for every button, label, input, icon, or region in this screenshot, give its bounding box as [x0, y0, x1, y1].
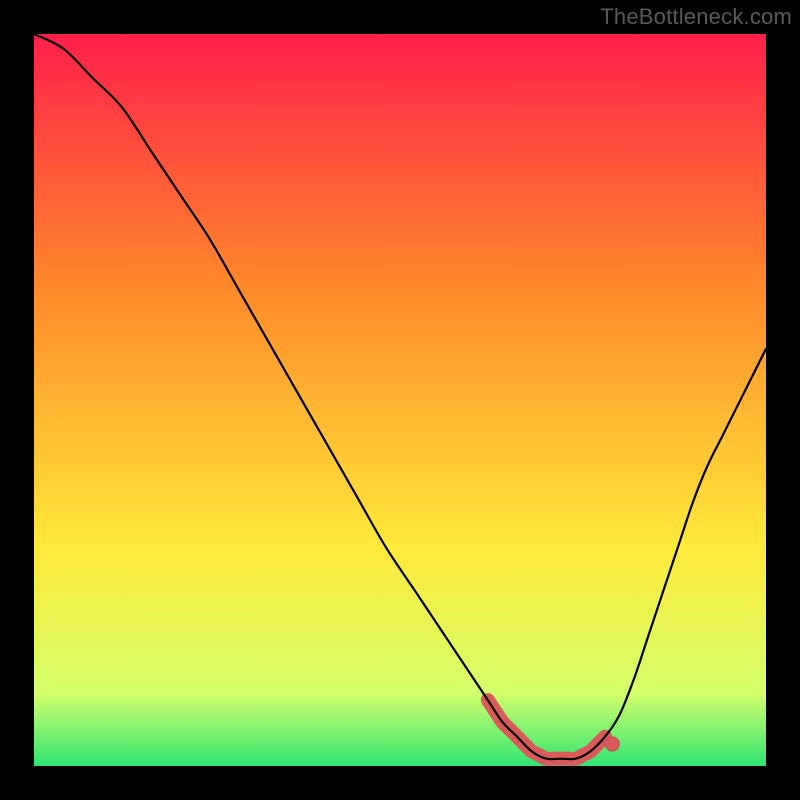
- chart-frame: TheBottleneck.com: [0, 0, 800, 800]
- gradient-background: [34, 34, 766, 766]
- optimal-end-dot: [605, 737, 619, 751]
- bottleneck-chart: [34, 34, 766, 766]
- watermark-text: TheBottleneck.com: [600, 4, 792, 30]
- plot-area: [34, 34, 766, 766]
